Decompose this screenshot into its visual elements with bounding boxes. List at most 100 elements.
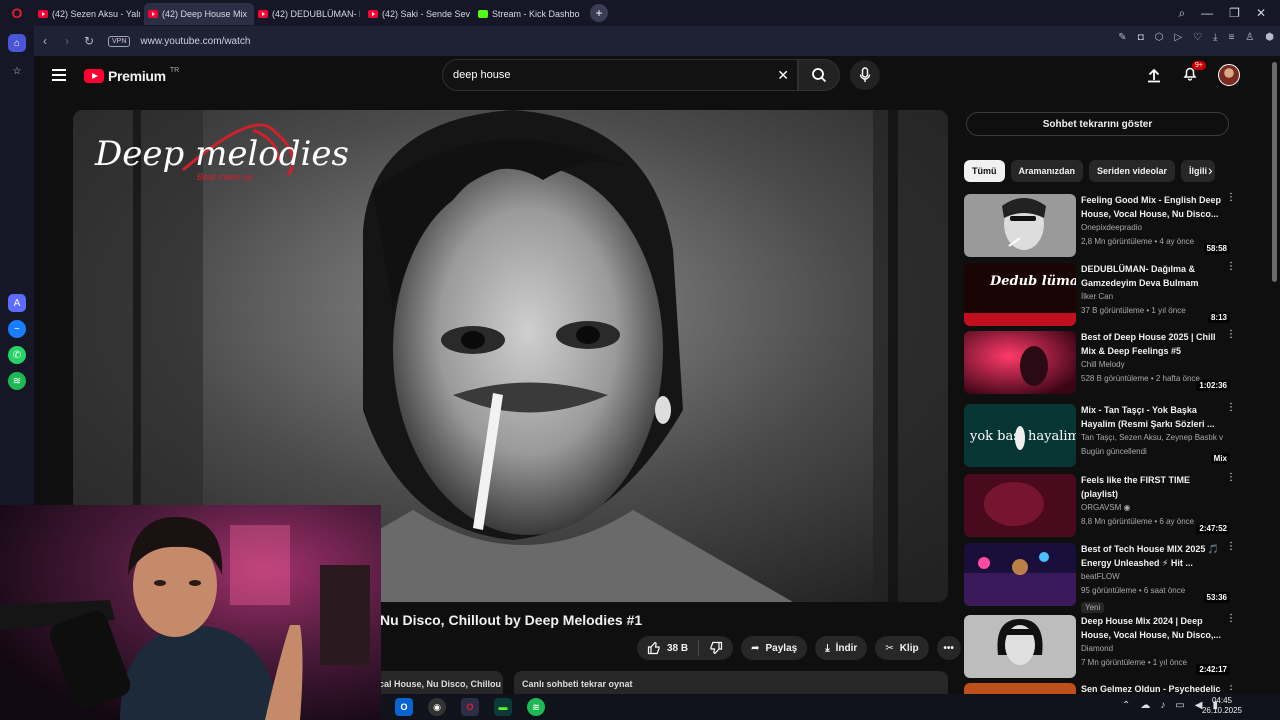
play-icon[interactable]: ▷ bbox=[1174, 32, 1182, 43]
home-icon[interactable]: ⌂ bbox=[8, 34, 26, 52]
maximize-icon[interactable]: ❐ bbox=[1229, 6, 1240, 20]
svg-text:hayalim: hayalim bbox=[1028, 429, 1076, 444]
onedrive-icon[interactable]: ☁ bbox=[1140, 700, 1150, 711]
channel-name: ORGAVSM bbox=[1081, 503, 1122, 512]
scrollbar-thumb[interactable] bbox=[1272, 62, 1277, 282]
taskbar-clock[interactable]: 04:45 26.10.2025 bbox=[1202, 696, 1242, 716]
tab-2[interactable]: (42) Deep House Mix bbox=[144, 3, 254, 25]
address-bar: ‹ › ↻ VPN www.youtube.com/watch ✎ ◘ ⬡ ▷ … bbox=[34, 26, 1280, 56]
url-field[interactable]: www.youtube.com/watch bbox=[140, 36, 250, 47]
close-icon[interactable]: ✕ bbox=[1256, 6, 1266, 20]
outlook-icon[interactable]: O bbox=[395, 698, 413, 716]
opera-logo-icon[interactable]: O bbox=[0, 0, 34, 26]
heart-icon[interactable]: ♡ bbox=[1193, 32, 1202, 43]
more-vertical-icon[interactable]: ⋮ bbox=[1226, 262, 1236, 272]
edit-icon[interactable]: ✎ bbox=[1118, 32, 1126, 43]
more-vertical-icon[interactable]: ⋮ bbox=[1226, 403, 1236, 413]
dislike-button[interactable] bbox=[699, 636, 733, 660]
menu-icon[interactable]: ≡ bbox=[1228, 32, 1234, 43]
more-vertical-icon[interactable]: ⋮ bbox=[1226, 683, 1234, 692]
share-button[interactable]: ➦ Paylaş bbox=[741, 636, 808, 660]
search-button[interactable] bbox=[798, 59, 840, 91]
tab-4[interactable]: (42) Saki - Sende Sev Ama bbox=[364, 3, 474, 25]
chip-from-search[interactable]: Aramanızdan bbox=[1010, 160, 1084, 182]
like-button[interactable]: 38 B bbox=[637, 636, 698, 660]
whatsapp-icon[interactable]: ✆ bbox=[8, 346, 26, 364]
chip-all[interactable]: Tümü bbox=[964, 160, 1005, 182]
video-thumbnail bbox=[964, 474, 1076, 537]
brand-region: TR bbox=[169, 66, 180, 74]
more-vertical-icon[interactable]: ⋮ bbox=[1226, 473, 1236, 483]
video-meta: Feeling Good Mix - English Deep House, V… bbox=[1081, 194, 1223, 248]
bookmarks-icon[interactable]: ☆ bbox=[8, 62, 26, 80]
microphone-icon[interactable]: ♪ bbox=[1160, 700, 1165, 711]
list-item[interactable]: 53:36 Best of Tech House MIX 2025 🎵 Ener… bbox=[964, 542, 1236, 613]
tab-5[interactable]: Stream - Kick Dashboard bbox=[474, 3, 584, 25]
extensions-icon[interactable]: ⬢ bbox=[1265, 32, 1274, 43]
list-item[interactable]: Dedub lüman 8:13 DEDUBLÜMAN- Dağılma & G… bbox=[964, 262, 1236, 327]
list-item[interactable]: 2:47:52 Feels like the FIRST TIME (playl… bbox=[964, 473, 1236, 538]
search-icon bbox=[812, 68, 827, 83]
download-label: İndir bbox=[835, 642, 858, 654]
terminal-icon[interactable]: ▬ bbox=[494, 698, 512, 716]
youtube-play-icon bbox=[84, 69, 104, 83]
clear-search-icon[interactable]: ✕ bbox=[777, 67, 789, 84]
youtube-logo[interactable]: Premium TR bbox=[84, 66, 180, 84]
list-item[interactable]: 2:42:17 Deep House Mix 2024 | Deep House… bbox=[964, 614, 1236, 679]
chip-series[interactable]: Seriden videolar bbox=[1089, 160, 1176, 182]
webcam-overlay-image bbox=[0, 505, 381, 720]
upload-icon[interactable] bbox=[1146, 67, 1162, 83]
reload-icon[interactable]: ↻ bbox=[78, 34, 100, 48]
voice-search-button[interactable] bbox=[850, 60, 880, 90]
network-icon[interactable]: ▭ bbox=[1175, 700, 1184, 711]
profile-icon[interactable]: ♙ bbox=[1245, 32, 1254, 43]
more-vertical-icon[interactable]: ⋮ bbox=[1226, 193, 1236, 203]
video-thumbnail bbox=[964, 543, 1076, 606]
minimize-icon[interactable]: — bbox=[1201, 6, 1213, 20]
show-chat-replay-button[interactable]: Sohbet tekrarını göster bbox=[966, 112, 1229, 136]
notifications-button[interactable]: 9+ bbox=[1182, 60, 1206, 86]
list-item[interactable]: yok baş hayalim Mix Mix - Tan Taşçı - Yok… bbox=[964, 403, 1236, 468]
list-item[interactable]: 58:58 Feeling Good Mix - English Deep Ho… bbox=[964, 193, 1236, 258]
tab-search-icon[interactable]: ⌕ bbox=[1178, 6, 1185, 21]
chevron-up-icon[interactable]: ⌃ bbox=[1122, 700, 1130, 711]
messenger-icon[interactable]: ~ bbox=[8, 320, 26, 338]
back-icon[interactable]: ‹ bbox=[34, 34, 56, 48]
list-item[interactable]: 1:02:36 Best of Deep House 2025 | Chill … bbox=[964, 330, 1236, 395]
os-taskbar: O ◉ O ▬ ≋ ⌃ ☁ ♪ ▭ ◀ ▮ 04:45 26.10.2025 bbox=[381, 694, 1280, 720]
description-box[interactable]: cal House, Nu Disco, Chillou bbox=[371, 671, 503, 695]
shield-icon[interactable]: ⬡ bbox=[1155, 32, 1164, 43]
tab-1[interactable]: (42) Sezen Aksu - Yalnızca bbox=[34, 3, 144, 25]
chat-replay-bar[interactable]: Canlı sohbeti tekrar oynat bbox=[514, 671, 948, 695]
forward-icon[interactable]: › bbox=[56, 34, 78, 48]
download-button[interactable]: ⤓ İndir bbox=[815, 636, 868, 660]
youtube-icon bbox=[38, 10, 48, 18]
video-stats: 95 görüntüleme • 6 saat önce bbox=[1081, 585, 1186, 595]
download-icon[interactable]: ⤓ bbox=[1213, 32, 1217, 43]
clip-button[interactable]: ✂ Klip bbox=[875, 636, 929, 660]
tab-3[interactable]: (42) DEDUBLÜMAN- Dağıl bbox=[254, 3, 364, 25]
obs-icon[interactable]: ◉ bbox=[428, 698, 446, 716]
chevron-right-icon[interactable]: › bbox=[1208, 162, 1213, 178]
opera-icon[interactable]: O bbox=[461, 698, 479, 716]
more-vertical-icon[interactable]: ⋮ bbox=[1226, 330, 1236, 340]
vpn-badge[interactable]: VPN bbox=[108, 35, 131, 47]
more-vertical-icon[interactable]: ⋮ bbox=[1226, 614, 1236, 624]
aria-icon[interactable]: A bbox=[8, 294, 26, 312]
header-actions: 9+ bbox=[1146, 60, 1240, 86]
page-scrollbar[interactable] bbox=[1270, 56, 1280, 690]
hamburger-menu-icon[interactable] bbox=[52, 69, 66, 81]
avatar[interactable] bbox=[1218, 64, 1240, 86]
more-actions-button[interactable]: ••• bbox=[936, 636, 961, 660]
more-vertical-icon[interactable]: ⋮ bbox=[1226, 542, 1236, 552]
clock-date: 26.10.2025 bbox=[1201, 706, 1242, 715]
share-label: Paylaş bbox=[765, 642, 798, 654]
spotify-icon[interactable]: ≋ bbox=[527, 698, 545, 716]
video-thumbnail: yok baş hayalim bbox=[964, 404, 1076, 467]
camera-icon[interactable]: ◘ bbox=[1138, 32, 1144, 43]
new-tab-button[interactable]: + bbox=[590, 4, 608, 22]
spotify-icon[interactable]: ≋ bbox=[8, 372, 26, 390]
thumbnail-text: Dedub lüman bbox=[989, 274, 1076, 289]
search-input[interactable] bbox=[443, 69, 743, 81]
verified-icon: ◉ bbox=[1123, 503, 1131, 512]
